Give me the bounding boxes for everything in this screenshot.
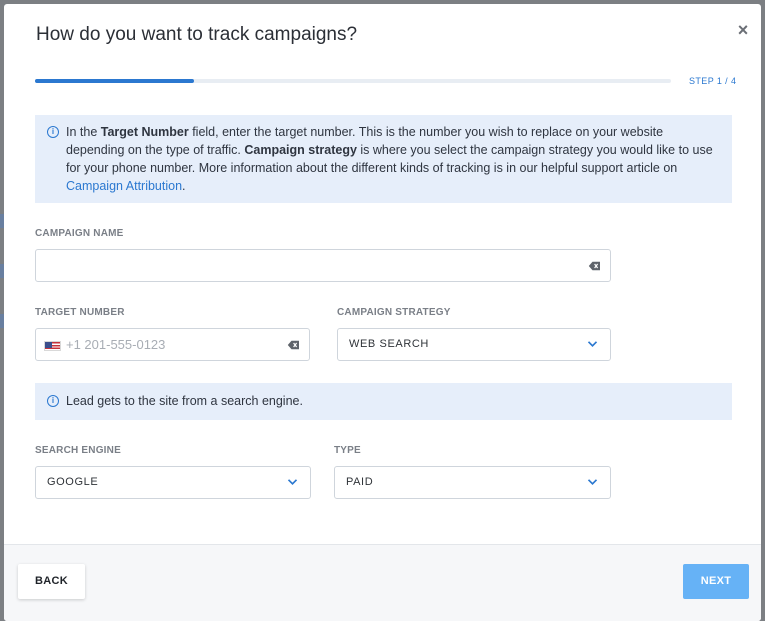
campaign-strategy-label: CAMPAIGN STRATEGY (337, 307, 451, 318)
modal-footer: BACK NEXT (4, 544, 761, 621)
chevron-down-icon (587, 479, 598, 486)
step-progress-bar (35, 79, 671, 83)
step-indicator: STEP 1 / 4 (689, 76, 737, 86)
step-progress-fill (35, 79, 194, 83)
campaign-name-input[interactable] (36, 250, 610, 281)
us-flag-icon[interactable] (44, 341, 61, 351)
campaign-strategy-value: WEB SEARCH (349, 338, 429, 350)
eraser-icon[interactable] (287, 340, 300, 350)
target-number-input[interactable] (36, 329, 309, 360)
campaign-attribution-link[interactable]: Campaign Attribution (66, 179, 182, 193)
chevron-down-icon (287, 479, 298, 486)
info-box-strategy: i Lead gets to the site from a search en… (35, 383, 732, 420)
info-icon: i (47, 126, 59, 138)
chevron-down-icon (587, 341, 598, 348)
search-engine-label: SEARCH ENGINE (35, 445, 121, 456)
campaign-name-label: CAMPAIGN NAME (35, 228, 124, 239)
type-label: TYPE (334, 445, 361, 456)
search-engine-select[interactable]: GOOGLE (35, 466, 311, 499)
info-text: In the Target Number field, enter the ta… (66, 125, 713, 193)
search-engine-value: GOOGLE (47, 476, 99, 488)
info-icon: i (47, 395, 59, 407)
target-number-label: TARGET NUMBER (35, 307, 125, 318)
campaign-strategy-select[interactable]: WEB SEARCH (337, 328, 611, 361)
type-value: PAID (346, 476, 374, 488)
close-icon[interactable]: × (736, 21, 750, 39)
track-campaigns-modal: How do you want to track campaigns? × ST… (4, 4, 761, 621)
strategy-info-text: Lead gets to the site from a search engi… (66, 394, 303, 408)
target-number-field-wrapper (35, 328, 310, 361)
back-button[interactable]: BACK (18, 564, 85, 599)
type-select[interactable]: PAID (334, 466, 611, 499)
info-box-tracking: i In the Target Number field, enter the … (35, 115, 732, 203)
eraser-icon[interactable] (588, 261, 601, 271)
campaign-name-field-wrapper (35, 249, 611, 282)
next-button[interactable]: NEXT (683, 564, 749, 599)
modal-title: How do you want to track campaigns? (36, 24, 358, 45)
